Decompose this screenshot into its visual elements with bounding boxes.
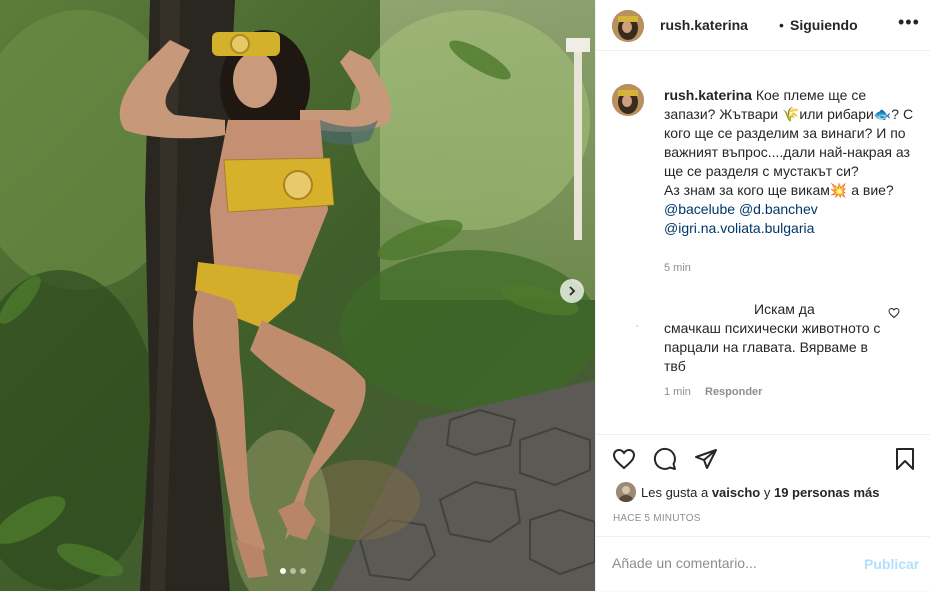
photo-illustration — [0, 0, 595, 591]
comment-text: Искам да смачкаш психически животното с … — [664, 300, 886, 376]
comment-input[interactable] — [612, 555, 832, 571]
reply-button[interactable]: Responder — [705, 386, 762, 398]
save-icon[interactable] — [893, 447, 917, 476]
avatar-image — [612, 84, 644, 116]
caption-text-1b: или рибари — [799, 106, 874, 122]
wheat-emoji: 🌾 — [781, 106, 800, 122]
add-comment-bar: Publicar — [596, 536, 930, 592]
carousel-dot — [300, 568, 306, 574]
author-username[interactable]: rush.katerina — [660, 17, 748, 33]
author-avatar[interactable] — [612, 10, 644, 42]
post-photo[interactable] — [0, 0, 595, 591]
commenter-avatar[interactable]: ˙ — [636, 325, 639, 336]
avatar-image — [612, 10, 644, 42]
like-icon[interactable] — [612, 447, 636, 476]
carousel-next-button[interactable] — [560, 279, 584, 303]
liker-username[interactable]: vaischo — [712, 485, 760, 500]
post-timestamp[interactable]: HACE 5 MINUTOS — [613, 513, 701, 524]
fish-emoji: 🐟 — [873, 106, 892, 122]
separator-dot: • — [779, 17, 784, 33]
caption-text-2: Аз знам за кого ще викам — [664, 182, 830, 198]
bookmark-icon — [896, 448, 914, 470]
comment-text-first: Искам да — [754, 301, 815, 317]
post-header: rush.katerina • Siguiendo ••• — [596, 0, 930, 51]
comments-list[interactable]: rush.katerina Кое племе ще се запази? Жъ… — [596, 61, 930, 435]
liker-avatar[interactable] — [616, 482, 636, 502]
chevron-right-icon — [569, 286, 576, 296]
caption-text-2b: а вие? — [847, 182, 894, 198]
comment-like-icon[interactable] — [888, 306, 900, 324]
likes-middle: y — [760, 485, 774, 500]
mention-link[interactable]: @d.banchev — [739, 201, 818, 217]
comment-icon[interactable] — [653, 447, 677, 476]
likes-count-link[interactable]: 19 personas más — [774, 485, 880, 500]
comment-text-rest: смачкаш психически животното с парцали н… — [664, 320, 881, 374]
share-icon[interactable] — [694, 447, 718, 476]
mention-link[interactable]: @igri.na.voliata.bulgaria — [664, 220, 814, 236]
more-horizontal-icon[interactable]: ••• — [898, 13, 920, 31]
speech-bubble-icon — [653, 447, 676, 470]
comment-timestamp[interactable]: 1 min — [664, 386, 691, 398]
collision-emoji: 💥 — [829, 182, 848, 198]
caption-username[interactable]: rush.katerina — [664, 87, 752, 103]
carousel-indicator — [280, 568, 306, 574]
heart-outline-icon — [888, 307, 900, 319]
paper-plane-icon — [695, 449, 717, 469]
mention-link[interactable]: @bacelube — [664, 201, 735, 217]
likes-summary: Les gusta a vaischo y 19 personas más — [641, 485, 880, 500]
avatar-image — [616, 482, 636, 502]
follow-status-button[interactable]: Siguiendo — [790, 17, 858, 33]
instagram-post-modal: rush.katerina • Siguiendo ••• rush.kater… — [0, 0, 930, 591]
post-actions: Les gusta a vaischo y 19 personas más HA… — [596, 434, 930, 537]
caption-timestamp[interactable]: 5 min — [664, 262, 691, 274]
caption-avatar[interactable] — [612, 84, 644, 116]
publish-button[interactable]: Publicar — [864, 556, 919, 572]
heart-outline-icon — [612, 448, 636, 470]
post-sidebar: rush.katerina • Siguiendo ••• rush.kater… — [595, 0, 930, 591]
carousel-dot — [280, 568, 286, 574]
likes-prefix: Les gusta a — [641, 485, 712, 500]
post-caption: rush.katerina Кое племе ще се запази? Жъ… — [664, 86, 914, 238]
carousel-dot — [290, 568, 296, 574]
